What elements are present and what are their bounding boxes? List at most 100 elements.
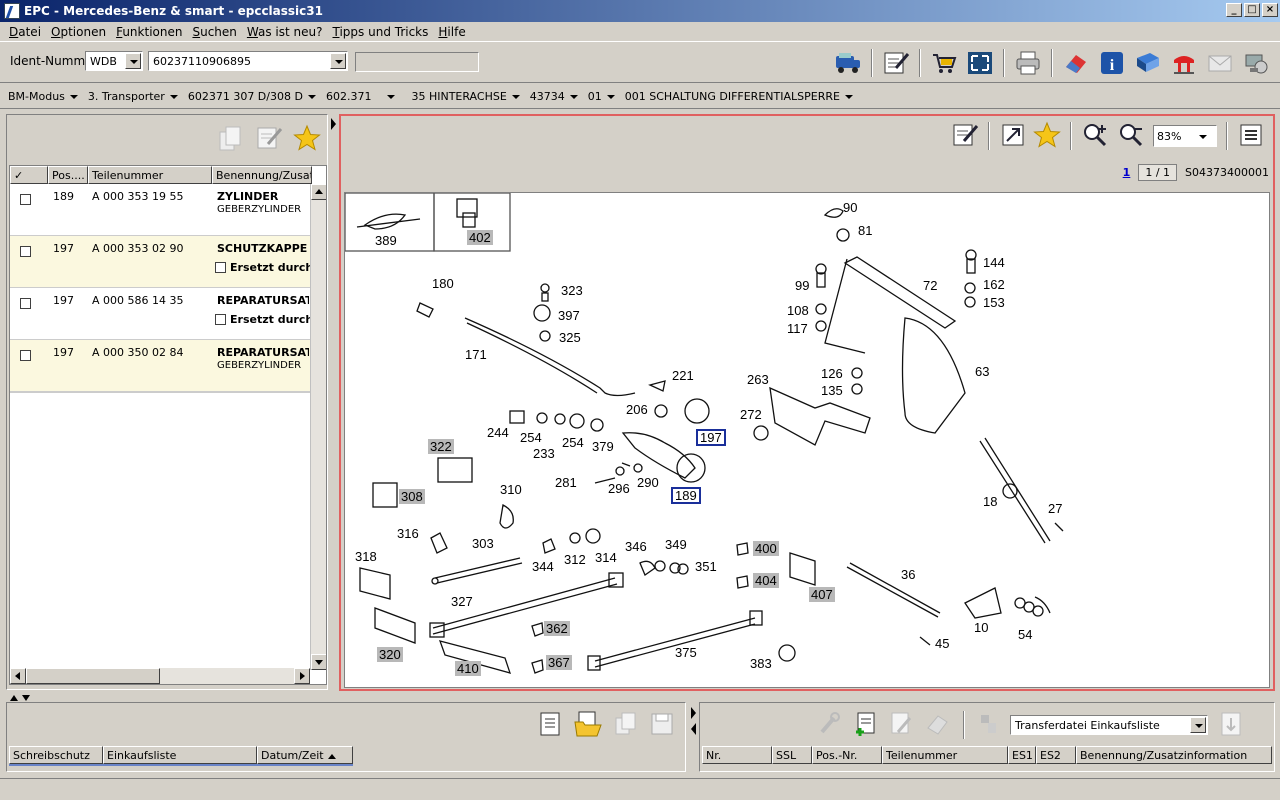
- favorite-star-icon[interactable]: [293, 124, 321, 155]
- drawing-label[interactable]: 27: [1048, 501, 1062, 516]
- menu-suchen[interactable]: Suchen: [187, 25, 241, 39]
- crumb-model[interactable]: 602371 307 D/308 D: [188, 90, 316, 103]
- drawing-label[interactable]: 323: [561, 283, 583, 298]
- drawing-label[interactable]: 308: [399, 489, 425, 504]
- drawing-label[interactable]: 314: [595, 550, 617, 565]
- col-description[interactable]: Benennung/Zusatzinformation: [1076, 746, 1272, 764]
- expand-view-icon[interactable]: [999, 121, 1027, 152]
- drawing-label[interactable]: 180: [432, 276, 454, 291]
- table-row[interactable]: 189 A 000 353 19 55 ZYLINDER GEBERZYLIND…: [10, 184, 310, 236]
- drawing-label[interactable]: 18: [983, 494, 997, 509]
- zoom-out-icon[interactable]: [1117, 121, 1147, 152]
- notes-edit-icon[interactable]: [880, 47, 912, 79]
- crumb-model-class[interactable]: 3. Transporter: [88, 90, 178, 103]
- drawing-label[interactable]: 410: [455, 661, 481, 676]
- transfer-file-select[interactable]: Transferdatei Einkaufsliste: [1010, 715, 1208, 735]
- col-shopping-list[interactable]: Einkaufsliste: [103, 746, 257, 764]
- horizontal-scrollbar[interactable]: [10, 668, 310, 684]
- col-date-time[interactable]: Datum/Zeit: [257, 746, 353, 764]
- chevron-right-icon[interactable]: [690, 705, 698, 735]
- open-folder-icon[interactable]: [573, 710, 603, 741]
- drawing-label[interactable]: 272: [740, 407, 762, 422]
- row-checkbox[interactable]: [20, 194, 31, 205]
- print-icon[interactable]: [1012, 47, 1044, 79]
- drawing-label[interactable]: 407: [809, 587, 835, 602]
- drawing-label[interactable]: 367: [546, 655, 572, 670]
- scroll-down-button[interactable]: [311, 654, 326, 670]
- drawing-label[interactable]: 254: [520, 430, 542, 445]
- col-pos[interactable]: Pos....: [48, 166, 88, 184]
- drawing-label[interactable]: 72: [923, 278, 937, 293]
- zoom-select[interactable]: 83%: [1153, 125, 1217, 147]
- chevron-down-icon[interactable]: [1190, 717, 1206, 733]
- drawing-label[interactable]: 383: [750, 656, 772, 671]
- drawing-label[interactable]: 90: [843, 200, 857, 215]
- mail-icon[interactable]: [1204, 47, 1236, 79]
- fullscreen-icon[interactable]: [964, 47, 996, 79]
- drawing-label[interactable]: 254: [562, 435, 584, 450]
- crumb-subgroup[interactable]: 43734: [530, 90, 578, 103]
- transfer-icon[interactable]: [978, 710, 1000, 741]
- drawing-label[interactable]: 263: [747, 372, 769, 387]
- edit-list-icon[interactable]: [888, 710, 914, 741]
- menu-was-ist-neu[interactable]: Was ist neu?: [242, 25, 328, 39]
- drawing-label[interactable]: 349: [665, 537, 687, 552]
- table-row[interactable]: 197 A 000 350 02 84 REPARATURSATZ GEBERZ…: [10, 340, 310, 392]
- new-list-icon[interactable]: [537, 710, 563, 741]
- col-write-protect[interactable]: Schreibschutz: [9, 746, 103, 764]
- chevron-down-icon[interactable]: [125, 53, 141, 69]
- col-part-number[interactable]: Teilenummer: [882, 746, 1008, 764]
- row-checkbox[interactable]: [20, 350, 31, 361]
- drawing-label[interactable]: 303: [472, 536, 494, 551]
- crumb-variant[interactable]: 01: [588, 90, 615, 103]
- drawing-label[interactable]: 108: [787, 303, 809, 318]
- drawing-label[interactable]: 318: [355, 549, 377, 564]
- drawing-label[interactable]: 397: [558, 308, 580, 323]
- ident-prefix-select[interactable]: WDB: [85, 51, 143, 71]
- drawing-label[interactable]: 281: [555, 475, 577, 490]
- drawing-label[interactable]: 362: [544, 621, 570, 636]
- notes-edit-icon[interactable]: [951, 121, 979, 152]
- chevron-down-icon[interactable]: [330, 53, 346, 69]
- minimize-button[interactable]: _: [1226, 3, 1242, 17]
- drawing-label[interactable]: 206: [626, 402, 648, 417]
- eraser-icon[interactable]: [924, 710, 950, 741]
- drawing-label[interactable]: 320: [377, 647, 403, 662]
- col-check[interactable]: ✓: [10, 166, 48, 184]
- drawing-label[interactable]: 10: [974, 620, 988, 635]
- col-es2[interactable]: ES2: [1036, 746, 1076, 764]
- scroll-left-button[interactable]: [10, 668, 26, 684]
- drawing-label[interactable]: 316: [397, 526, 419, 541]
- menu-funktionen[interactable]: Funktionen: [111, 25, 187, 39]
- col-nr[interactable]: Nr.: [702, 746, 772, 764]
- drawing-label[interactable]: 344: [532, 559, 554, 574]
- drawing-label[interactable]: 379: [592, 439, 614, 454]
- drawing-label[interactable]: 63: [975, 364, 989, 379]
- scroll-thumb[interactable]: [26, 668, 160, 684]
- save-icon[interactable]: [649, 710, 675, 741]
- scroll-right-button[interactable]: [294, 668, 310, 684]
- drawing-label[interactable]: 327: [451, 594, 473, 609]
- drawing-label[interactable]: 244: [487, 425, 509, 440]
- menu-tipps[interactable]: Tipps und Tricks: [328, 25, 434, 39]
- drawing-label[interactable]: 221: [672, 368, 694, 383]
- ident-number-input[interactable]: 60237110906895: [148, 51, 348, 71]
- col-es1[interactable]: ES1: [1008, 746, 1036, 764]
- cart-icon[interactable]: [928, 47, 960, 79]
- drawing-label[interactable]: 162: [983, 277, 1005, 292]
- replaced-checkbox[interactable]: [215, 314, 226, 325]
- drawing-label[interactable]: 233: [533, 446, 555, 461]
- horizontal-splitter[interactable]: [8, 692, 32, 701]
- book-icon[interactable]: [1132, 47, 1164, 79]
- crumb-engine[interactable]: 602.371: [326, 90, 396, 103]
- panel-splitter[interactable]: [330, 114, 338, 690]
- tools-icon[interactable]: [816, 710, 842, 741]
- row-checkbox[interactable]: [20, 246, 31, 257]
- favorite-star-icon[interactable]: [1033, 121, 1061, 152]
- drawing-label[interactable]: 126: [821, 366, 843, 381]
- col-description[interactable]: Benennung/Zusatzi: [212, 166, 312, 184]
- row-checkbox[interactable]: [20, 298, 31, 309]
- drawing-label[interactable]: 325: [559, 330, 581, 345]
- drawing-label-selected[interactable]: 189: [671, 487, 701, 504]
- export-icon[interactable]: [1218, 710, 1244, 741]
